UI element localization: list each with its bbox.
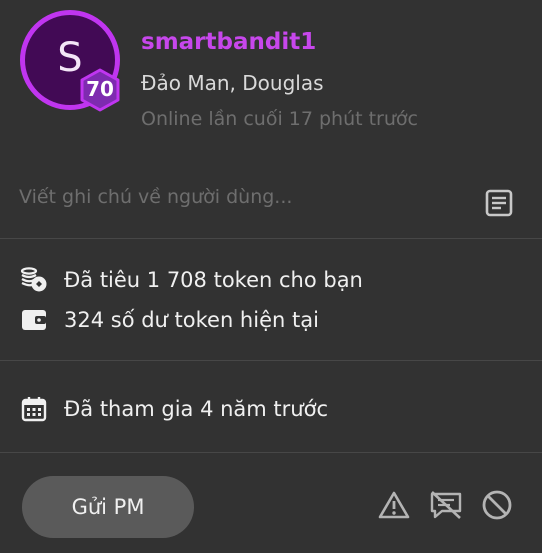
hide-messages-icon[interactable] (429, 490, 463, 524)
tokens-spent-row: Đã tiêu 1 708 token cho bạn (20, 265, 363, 295)
level-number: 70 (86, 77, 114, 101)
block-icon[interactable] (481, 490, 513, 525)
level-badge: 70 (79, 68, 121, 112)
tokens-spent-text: Đã tiêu 1 708 token cho bạn (64, 268, 363, 292)
coins-icon (20, 267, 48, 293)
last-seen-status: Online lần cuối 17 phút trước (141, 108, 418, 130)
token-balance-row: 324 số dư token hiện tại (20, 305, 319, 335)
actions-bar: Gửi PM (0, 454, 542, 553)
divider (0, 452, 542, 453)
note-icon[interactable] (484, 188, 514, 222)
user-note-input[interactable] (19, 186, 459, 208)
joined-text: Đã tham gia 4 năm trước (64, 397, 328, 421)
report-icon[interactable] (378, 490, 410, 524)
divider (0, 360, 542, 361)
divider (0, 238, 542, 239)
wallet-icon (20, 307, 48, 333)
profile-header: S 70 smartbandit1 Đảo Man, Douglas Onlin… (0, 0, 542, 160)
username[interactable]: smartbandit1 (141, 29, 316, 55)
user-note-row (0, 170, 542, 238)
joined-row: Đã tham gia 4 năm trước (20, 394, 328, 424)
calendar-icon (20, 396, 48, 422)
real-name: Đảo Man, Douglas (141, 71, 324, 95)
token-balance-text: 324 số dư token hiện tại (64, 308, 319, 332)
send-pm-button[interactable]: Gửi PM (22, 476, 194, 538)
